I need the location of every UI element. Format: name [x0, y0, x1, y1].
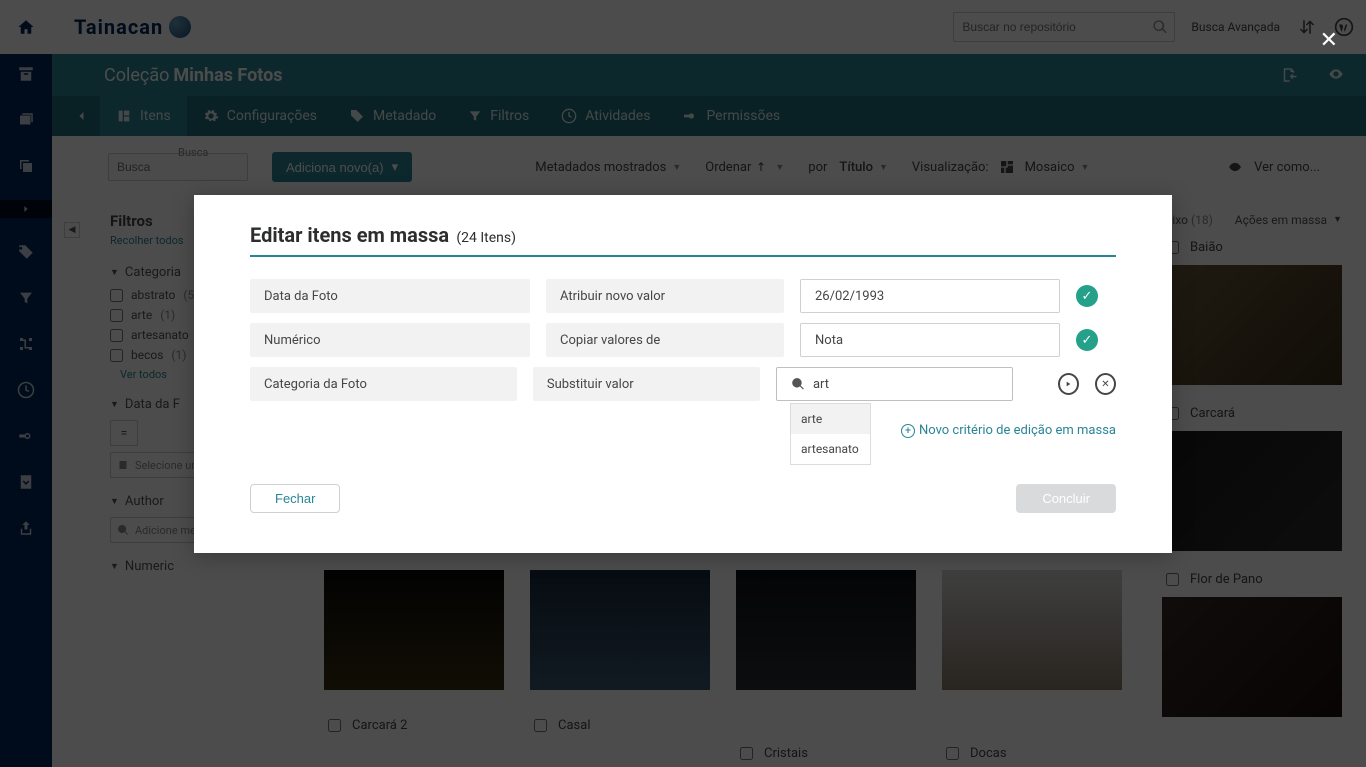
- autocomplete-option[interactable]: arte: [791, 404, 870, 434]
- criteria-action-label: Substituir valor: [547, 377, 634, 392]
- modal-subtitle: (24 Itens): [456, 230, 516, 246]
- modal-close-icon[interactable]: ✕: [1320, 28, 1338, 53]
- criteria-action-label: Copiar valores de: [560, 333, 660, 348]
- modal-close-button[interactable]: Fechar: [250, 484, 340, 513]
- criteria-meta-label: Categoria da Foto: [264, 377, 367, 392]
- criteria-apply-button[interactable]: [1058, 373, 1079, 395]
- criteria-value: Nota: [815, 333, 843, 348]
- criteria-value: art: [813, 377, 829, 392]
- criteria-remove-button[interactable]: ✕: [1095, 373, 1116, 395]
- criteria-action-select[interactable]: Substituir valor: [533, 367, 760, 401]
- new-criteria-link[interactable]: + Novo critério de edição em massa: [250, 423, 1116, 438]
- criteria-value-search[interactable]: art: [776, 367, 1013, 401]
- autocomplete-option[interactable]: artesanato: [791, 434, 870, 464]
- criteria-meta-select[interactable]: Categoria da Foto: [250, 367, 517, 401]
- search-icon: [791, 377, 805, 391]
- criteria-meta-label: Data da Foto: [264, 289, 338, 304]
- criteria-meta-select[interactable]: Data da Foto: [250, 279, 530, 313]
- criteria-confirmed-icon: ✓: [1076, 329, 1098, 351]
- bulk-edit-modal: Editar itens em massa (24 Itens) Data da…: [194, 195, 1172, 553]
- criteria-action-select[interactable]: Atribuir novo valor: [546, 279, 784, 313]
- criteria-meta-label: Numérico: [264, 333, 321, 348]
- criteria-value-input[interactable]: 26/02/1993: [800, 279, 1060, 313]
- criteria-confirmed-icon: ✓: [1076, 285, 1098, 307]
- criteria-value-input[interactable]: Nota: [800, 323, 1060, 357]
- criteria-value: 26/02/1993: [815, 289, 884, 304]
- criteria-action-label: Atribuir novo valor: [560, 289, 665, 304]
- criteria-action-select[interactable]: Copiar valores de: [546, 323, 784, 357]
- autocomplete-dropdown: arte artesanato: [790, 403, 871, 465]
- modal-confirm-button[interactable]: Concluir: [1016, 484, 1116, 513]
- new-criteria-label: Novo critério de edição em massa: [919, 423, 1116, 438]
- criteria-meta-select[interactable]: Numérico: [250, 323, 530, 357]
- modal-title: Editar itens em massa: [250, 223, 449, 247]
- plus-circle-icon: +: [901, 424, 915, 438]
